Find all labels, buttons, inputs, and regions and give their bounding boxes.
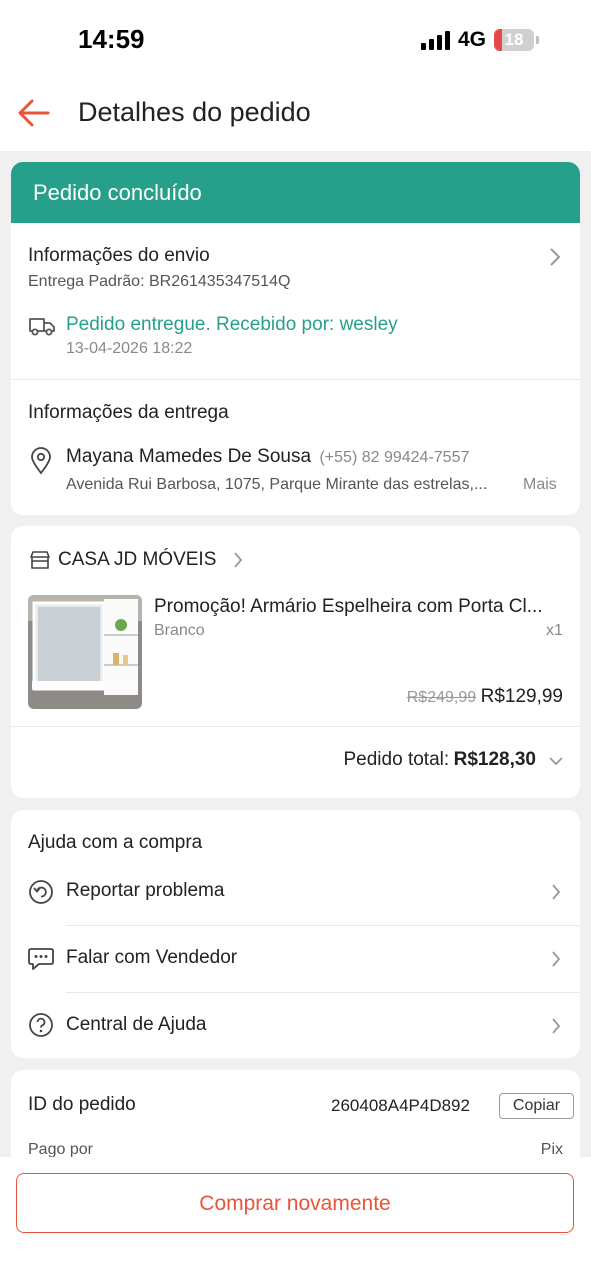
recipient-line: Mayana Mamedes De Sousa (+55) 82 99424-7… (66, 446, 469, 468)
recipient-address: Avenida Rui Barbosa, 1075, Parque Mirant… (66, 476, 488, 493)
product-original-price: R$249,99 (406, 689, 477, 706)
shop-name: CASA JD MÓVEIS (58, 549, 217, 570)
shipping-tracking: Entrega Padrão: BR261435347514Q (28, 273, 291, 290)
product-price: R$129,99 (480, 686, 563, 707)
help-center-row[interactable]: Central de Ajuda (11, 992, 580, 1058)
help-circle-icon (29, 1013, 53, 1037)
status-indicators: 4G 18 (420, 28, 539, 52)
more-link[interactable]: Mais (523, 476, 557, 494)
delivery-info-row[interactable]: Informações da entrega Mayana Mamedes De… (11, 380, 580, 515)
delivery-status: Pedido entregue. Recebido por: wesley (66, 314, 398, 335)
chevron-down-icon (549, 757, 563, 766)
order-status-banner: Pedido concluído (11, 162, 580, 223)
arrow-left-icon (18, 99, 50, 127)
delivery-truck-icon (29, 318, 55, 336)
signal-icon (420, 30, 450, 50)
chevron-right-icon (552, 884, 561, 900)
order-total-row[interactable]: Pedido total: R$128,30 (11, 727, 580, 798)
battery-icon: 18 (494, 29, 534, 51)
battery-tip (536, 36, 539, 44)
app-header: Detalhes do pedido (0, 75, 591, 151)
copy-button[interactable]: Copiar (499, 1093, 574, 1119)
chevron-right-icon (552, 951, 561, 967)
order-total-value: R$128,30 (453, 749, 536, 770)
product-image (28, 595, 142, 709)
location-pin-icon (31, 447, 51, 475)
chevron-right-icon (550, 248, 561, 266)
battery-level: 18 (504, 30, 524, 49)
product-name: Promoção! Armário Espelheira com Porta C… (154, 596, 543, 617)
store-icon (30, 551, 50, 569)
contact-seller-row[interactable]: Falar com Vendedor (11, 925, 580, 992)
report-problem-icon (29, 880, 53, 904)
shop-card: CASA JD MÓVEIS Promoção! Armário Espelhe… (11, 526, 580, 798)
shipping-info-title: Informações do envio (28, 245, 210, 266)
chevron-right-icon (234, 552, 243, 568)
page-title: Detalhes do pedido (78, 97, 311, 127)
help-title: Ajuda com a compra (28, 832, 203, 853)
recipient-name: Mayana Mamedes De Sousa (66, 446, 312, 467)
delivery-time: 13-04-2026 18:22 (66, 340, 193, 357)
status-time: 14:59 (78, 24, 145, 54)
delivery-info-title: Informações da entrega (28, 402, 229, 423)
chevron-right-icon (552, 1018, 561, 1034)
help-card: Ajuda com a compra Reportar problema Fal… (11, 810, 580, 1058)
order-summary-card: Pedido concluído Informações do envio En… (11, 162, 580, 515)
shipping-info-row[interactable]: Informações do envio Entrega Padrão: BR2… (11, 223, 580, 379)
buy-again-button[interactable]: Comprar novamente (16, 1173, 574, 1233)
bottom-action-bar: Comprar novamente (0, 1157, 591, 1280)
chat-bubbles-icon (28, 948, 54, 970)
shop-header[interactable]: CASA JD MÓVEIS (11, 526, 580, 588)
help-item-label: Reportar problema (66, 880, 225, 901)
order-total-label: Pedido total: (343, 749, 450, 770)
network-type: 4G (457, 28, 486, 51)
help-item-label: Central de Ajuda (66, 1014, 207, 1035)
recipient-phone: (+55) 82 99424-7557 (319, 449, 470, 466)
order-total: Pedido total: R$128,30 (344, 749, 537, 771)
product-variant: Branco (154, 622, 205, 639)
product-row[interactable]: Promoção! Armário Espelheira com Porta C… (11, 588, 580, 726)
report-problem-row[interactable]: Reportar problema (11, 858, 580, 925)
order-id-label: ID do pedido (28, 1094, 136, 1115)
help-item-label: Falar com Vendedor (66, 947, 238, 968)
status-bar: 14:59 4G 18 (0, 0, 591, 75)
back-button[interactable] (16, 95, 52, 131)
product-price-line: R$249,99 R$129,99 (407, 686, 563, 708)
order-id-value: 260408A4P4D892 (331, 1096, 470, 1115)
product-quantity: x1 (546, 622, 563, 639)
